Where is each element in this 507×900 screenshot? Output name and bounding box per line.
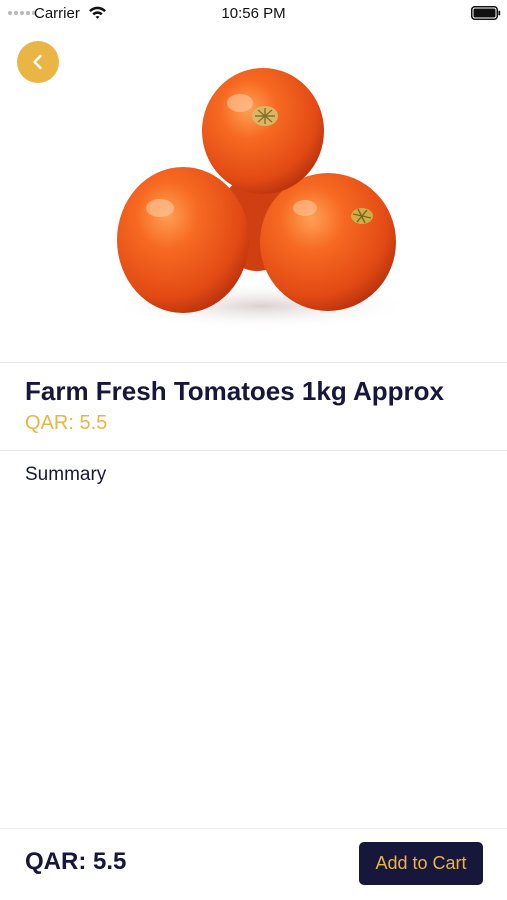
status-time: 10:56 PM <box>221 5 286 22</box>
product-price: QAR: 5.5 <box>25 412 108 434</box>
back-button[interactable] <box>17 41 59 83</box>
status-bar: Carrier 10:56 PM <box>0 0 507 26</box>
divider <box>0 362 507 363</box>
bottom-price: QAR: 5.5 <box>25 848 127 875</box>
summary-label: Summary <box>25 464 107 485</box>
product-image <box>112 68 412 330</box>
product-title: Farm Fresh Tomatoes 1kg Approx <box>25 376 444 406</box>
bottom-bar-divider <box>0 828 507 829</box>
battery-icon <box>471 6 501 20</box>
divider <box>0 450 507 451</box>
chevron-left-icon <box>33 54 42 70</box>
add-to-cart-button[interactable]: Add to Cart <box>359 842 483 885</box>
